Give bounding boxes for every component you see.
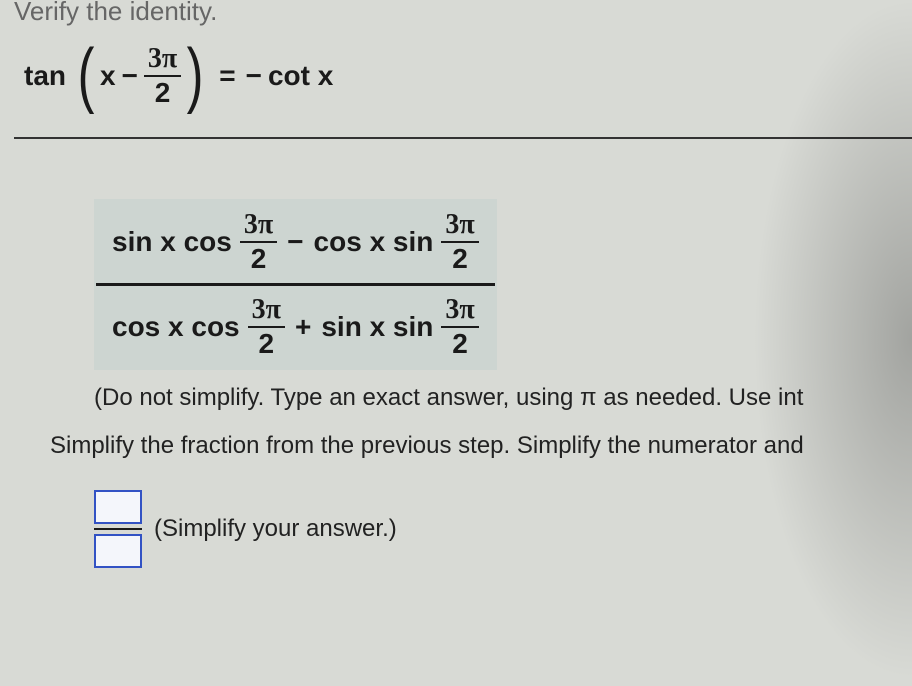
- num-op: −: [287, 226, 303, 258]
- neg-sign: −: [246, 60, 262, 92]
- num-frac2: 3π 2: [441, 211, 478, 273]
- denominator-input[interactable]: [94, 534, 142, 568]
- den-term1: cos x cos: [112, 311, 240, 343]
- equals-sign: =: [219, 60, 235, 92]
- den-frac1: 3π 2: [248, 296, 285, 358]
- left-paren: (: [78, 54, 95, 97]
- frac-den: 2: [151, 77, 175, 107]
- tan-label: tan: [24, 60, 66, 92]
- answer-hint: (Simplify your answer.): [154, 515, 397, 543]
- num-term1: sin x cos: [112, 226, 232, 258]
- problem-header: Verify the identity.: [14, 0, 912, 27]
- simplify-instruction: Simplify the fraction from the previous …: [50, 432, 912, 460]
- answer-row: (Simplify your answer.): [94, 490, 912, 568]
- three-pi-over-two: 3π 2: [144, 45, 181, 107]
- simplify-note: (Do not simplify. Type an exact answer, …: [94, 384, 912, 412]
- numerator-input[interactable]: [94, 490, 142, 524]
- answer-fraction-input: [94, 490, 142, 568]
- var-x: x: [100, 60, 116, 92]
- fraction-numerator: sin x cos 3π 2 − cos x sin 3π 2: [96, 201, 495, 283]
- answer-bar: [94, 528, 142, 530]
- minus-sign: −: [122, 60, 138, 92]
- frac-num: 3π: [144, 45, 181, 75]
- expanded-fraction: sin x cos 3π 2 − cos x sin 3π 2 cos x co…: [94, 199, 912, 370]
- cot-x: cot x: [268, 60, 333, 92]
- den-frac2: 3π 2: [441, 296, 478, 358]
- fraction-denominator: cos x cos 3π 2 + sin x sin 3π 2: [96, 286, 495, 368]
- identity-equation: tan ( x − 3π 2 ) = − cot x: [24, 45, 912, 107]
- den-op: +: [295, 311, 311, 343]
- den-term2: sin x sin: [321, 311, 433, 343]
- num-term2: cos x sin: [314, 226, 434, 258]
- right-paren: ): [187, 54, 204, 97]
- divider: [14, 137, 912, 139]
- num-frac1: 3π 2: [240, 211, 277, 273]
